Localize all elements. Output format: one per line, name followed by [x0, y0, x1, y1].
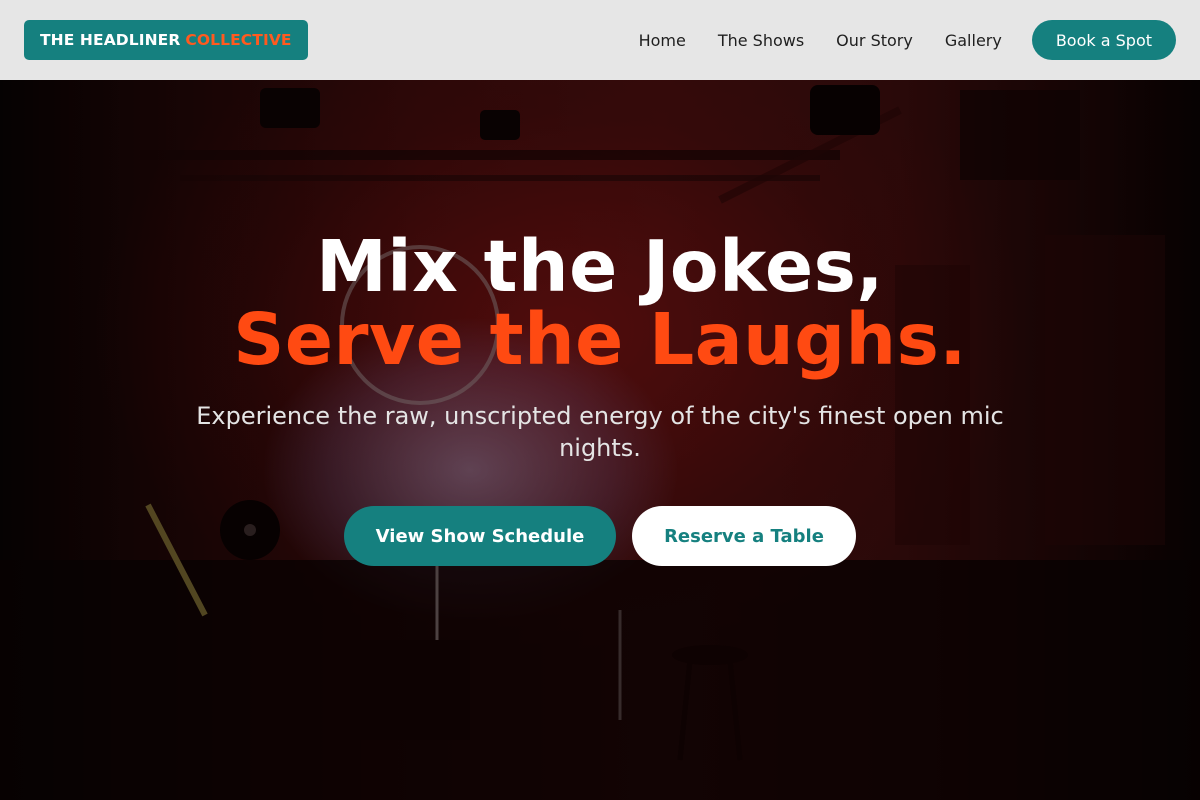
- page: THE HEADLINER COLLECTIVE Home The Shows …: [0, 0, 1200, 800]
- nav-link-the-shows[interactable]: The Shows: [718, 31, 804, 50]
- logo-accent-text: COLLECTIVE: [185, 31, 292, 49]
- headline-line-1: Mix the Jokes,: [316, 225, 884, 308]
- reserve-a-table-button[interactable]: Reserve a Table: [632, 506, 856, 566]
- hero-headline: Mix the Jokes, Serve the Laughs.: [0, 230, 1200, 376]
- hero-section: Mix the Jokes, Serve the Laughs. Experie…: [0, 0, 1200, 800]
- brand-logo[interactable]: THE HEADLINER COLLECTIVE: [24, 20, 308, 60]
- nav-link-home[interactable]: Home: [639, 31, 686, 50]
- nav-link-our-story[interactable]: Our Story: [836, 31, 913, 50]
- logo-main-text: THE HEADLINER: [40, 31, 181, 49]
- view-show-schedule-button[interactable]: View Show Schedule: [344, 506, 616, 566]
- nav-link-gallery[interactable]: Gallery: [945, 31, 1002, 50]
- book-a-spot-button[interactable]: Book a Spot: [1031, 20, 1176, 60]
- hero-subtext: Experience the raw, unscripted energy of…: [196, 402, 1004, 462]
- headline-line-2: Serve the Laughs.: [233, 298, 967, 381]
- site-header: THE HEADLINER COLLECTIVE Home The Shows …: [0, 0, 1200, 80]
- main-nav: Home The Shows Our Story Gallery Book a …: [639, 20, 1176, 60]
